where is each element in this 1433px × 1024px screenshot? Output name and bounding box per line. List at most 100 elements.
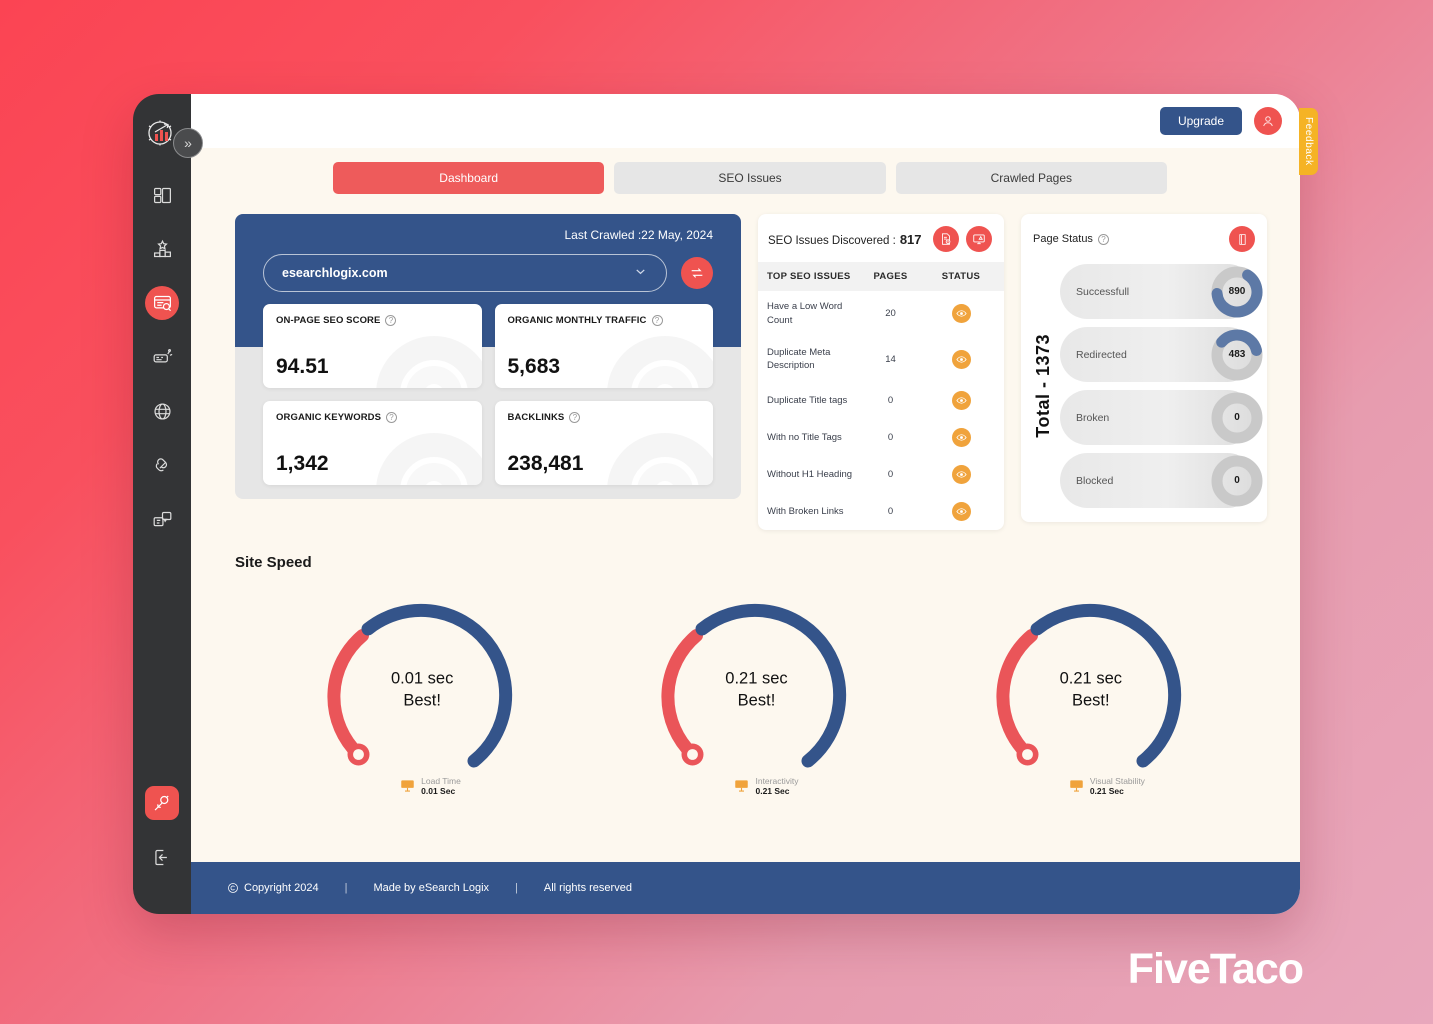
monitor-alert-icon[interactable] xyxy=(966,226,992,252)
metric-label-group: ORGANIC MONTHLY TRAFFIC ? xyxy=(508,315,701,326)
donut-value: 890 xyxy=(1228,286,1246,297)
gauge-value-group: 0.01 sec Best! xyxy=(292,667,552,712)
chevron-down-icon xyxy=(633,264,648,282)
selected-site-label: esearchlogix.com xyxy=(282,266,388,280)
seo-issues-count: 817 xyxy=(899,231,922,247)
sidebar-item-backlinks[interactable] xyxy=(145,394,179,428)
site-select-dropdown[interactable]: esearchlogix.com xyxy=(263,254,667,292)
sidebar-item-logout[interactable] xyxy=(145,840,179,874)
metric-label: ORGANIC KEYWORDS xyxy=(276,412,382,423)
donut-value: 0 xyxy=(1234,412,1240,423)
issue-status xyxy=(918,456,1004,493)
tab-seo-issues[interactable]: SEO Issues xyxy=(614,162,886,194)
help-icon[interactable]: ? xyxy=(386,412,398,423)
status-label: Broken xyxy=(1076,411,1110,424)
gauge-rating: Best! xyxy=(1072,691,1110,710)
gauge-value: 0.21 sec xyxy=(725,669,788,688)
issue-pages: 0 xyxy=(887,469,894,481)
gauge-load-time: 0.01 sec Best! Load Time 0.01 Sec xyxy=(292,577,552,802)
sidebar-item-settings-tools[interactable] xyxy=(145,786,179,820)
sidebar-item-reports-chat[interactable] xyxy=(145,502,179,536)
legend-value: 0.01 Sec xyxy=(421,786,456,797)
donut-chart: 483 xyxy=(1210,328,1264,382)
seo-issues-title: SEO Issues Discovered : xyxy=(768,234,896,247)
metric-value: 5,683 xyxy=(507,355,561,378)
seo-issues-panel: SEO Issues Discovered :817 TOP SEO ISSUE… xyxy=(758,214,1004,531)
eye-icon[interactable] xyxy=(951,391,971,411)
page-status-total: Total - 1373 xyxy=(1033,334,1053,438)
metric-card[interactable]: ON-PAGE SEO SCORE ? 94.51 xyxy=(263,304,482,388)
metric-card[interactable]: ORGANIC MONTHLY TRAFFIC ? 5,683 xyxy=(494,304,713,388)
sidebar: » xyxy=(133,94,203,914)
copyright-text: Copyright 2024 xyxy=(244,882,319,894)
issue-pages: 0 xyxy=(887,506,894,518)
feedback-tab[interactable]: Feedback xyxy=(1299,108,1318,175)
upgrade-button[interactable]: Upgrade xyxy=(1159,107,1242,135)
tab-crawled-pages[interactable]: Crawled Pages xyxy=(895,162,1167,194)
footer-separator: | xyxy=(515,882,518,894)
table-body: Have a Low Word Count 20 Duplicate Meta … xyxy=(758,291,1004,530)
status-label: Redirected xyxy=(1076,348,1127,361)
metric-card[interactable]: ORGANIC KEYWORDS ? 1,342 xyxy=(263,401,482,485)
gauge-rating: Best! xyxy=(737,691,776,710)
sidebar-collapse-toggle[interactable]: » xyxy=(173,128,203,158)
table-row: Duplicate Meta Description 14 xyxy=(758,337,1004,383)
metric-label-group: ON-PAGE SEO SCORE ? xyxy=(276,315,469,326)
status-row-broken[interactable]: Broken 0 xyxy=(1060,390,1263,445)
page-status-panel: Page Status ? Total - 1373 Successfull 8… xyxy=(1021,214,1267,522)
gauge-legend: Load Time 0.01 Sec xyxy=(400,776,461,796)
sidebar-item-site-audit[interactable] xyxy=(145,286,179,320)
seo-issues-header: SEO Issues Discovered :817 xyxy=(758,214,1004,262)
eye-icon[interactable] xyxy=(951,428,971,448)
sidebar-item-dashboard-layout[interactable] xyxy=(145,178,179,212)
issue-pages: 0 xyxy=(887,432,894,444)
issue-name: With Broken Links xyxy=(767,505,844,517)
user-avatar[interactable] xyxy=(1254,107,1282,135)
status-row-redirected[interactable]: Redirected 483 xyxy=(1060,327,1263,382)
metric-value: 1,342 xyxy=(276,452,329,475)
eye-icon[interactable] xyxy=(951,349,971,369)
gauge-visual-stability: 0.21 sec Best! Visual Stability 0.21 Sec xyxy=(961,577,1221,802)
eye-icon[interactable] xyxy=(951,502,971,522)
sidebar-item-keyword-research[interactable] xyxy=(145,340,179,374)
table-row: Without H1 Heading 0 xyxy=(758,456,1004,493)
legend-value: 0.21 Sec xyxy=(755,786,790,797)
help-icon[interactable]: ? xyxy=(651,315,663,326)
metric-label-group: ORGANIC KEYWORDS ? xyxy=(276,412,469,423)
metric-label: ON-PAGE SEO SCORE xyxy=(276,315,381,326)
legend-value: 0.21 Sec xyxy=(1089,786,1124,797)
metric-card[interactable]: BACKLINKS ? 238,481 xyxy=(494,401,713,485)
seo-issues-table: TOP SEO ISSUES PAGES STATUS Have a Low W… xyxy=(758,262,1004,530)
sidebar-item-rank-tracker[interactable] xyxy=(145,232,179,266)
help-icon[interactable]: ? xyxy=(1097,233,1109,245)
table-row: With Broken Links 0 xyxy=(758,493,1004,530)
issue-pages: 0 xyxy=(887,395,894,407)
status-row-blocked[interactable]: Blocked 0 xyxy=(1060,453,1263,508)
book-icon[interactable] xyxy=(1229,226,1255,252)
status-row-successfull[interactable]: Successfull 890 xyxy=(1060,264,1263,319)
monitor-icon xyxy=(1069,779,1084,793)
issue-name: Duplicate Meta Description xyxy=(767,346,831,372)
fivetaco-watermark: FiveTaco xyxy=(1127,945,1304,993)
eye-icon[interactable] xyxy=(951,465,971,485)
dashboard-content: Last Crawled :22 May, 2024 esearchlogix.… xyxy=(191,194,1300,844)
report-download-icon[interactable] xyxy=(933,226,959,252)
sidebar-bottom-group xyxy=(145,786,179,890)
help-icon[interactable]: ? xyxy=(385,315,397,326)
swap-site-button[interactable] xyxy=(681,257,713,289)
app-window: » Upgrade Feedback Dashboard SEO Issues … xyxy=(133,94,1318,914)
donut-chart: 0 xyxy=(1210,391,1264,445)
metric-label-group: BACKLINKS ? xyxy=(508,412,701,423)
help-icon[interactable]: ? xyxy=(569,412,581,423)
legend-label: Interactivity xyxy=(755,776,799,787)
metric-cards-grid: ON-PAGE SEO SCORE ? 94.51 ORGANIC MONTHL… xyxy=(235,304,741,485)
issue-name: Duplicate Title tags xyxy=(767,394,848,406)
legend-label: Load Time xyxy=(421,776,461,787)
sidebar-item-link-tools[interactable] xyxy=(145,448,179,482)
issue-status xyxy=(918,419,1004,456)
page-tabs: Dashboard SEO Issues Crawled Pages xyxy=(191,148,1300,194)
monitor-icon xyxy=(734,779,749,793)
gauge-value-group: 0.21 sec Best! xyxy=(626,667,886,712)
eye-icon[interactable] xyxy=(951,304,971,324)
tab-dashboard[interactable]: Dashboard xyxy=(333,162,605,194)
